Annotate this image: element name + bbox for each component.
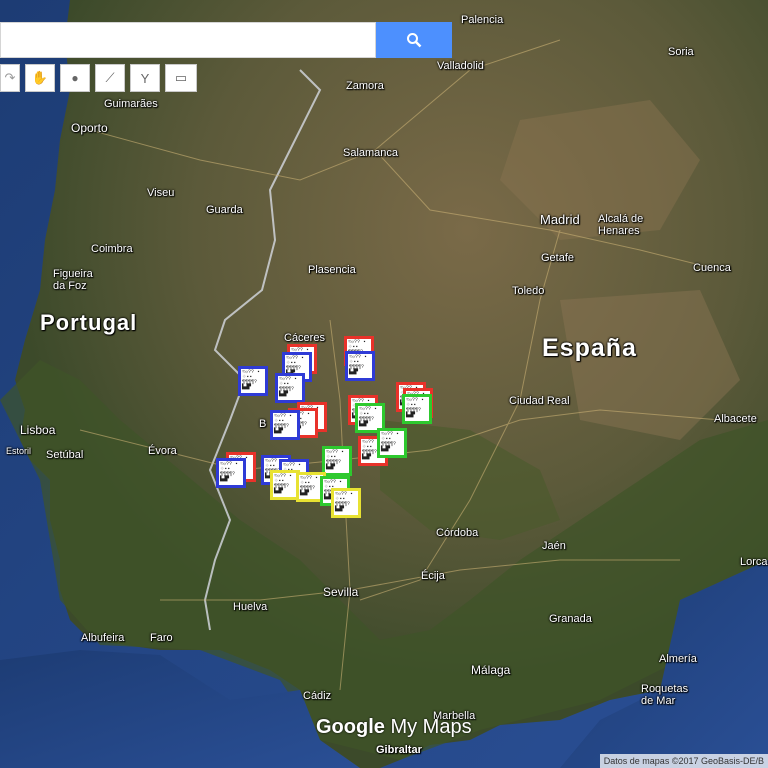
photo-marker[interactable]: ≈☼?? ▪ ⁘▪▪ ¶¶¶¶? ▙▟▛ <box>402 394 432 424</box>
label-lisboa: Lisboa <box>20 423 56 437</box>
label-evora: Évora <box>148 445 177 457</box>
photo-marker[interactable]: ≈☼?? ▪ ⁘▪▪ ¶¶¶¶? ▙▟▛ <box>377 428 407 458</box>
label-albacete: Albacete <box>714 413 757 425</box>
directions-icon: Y <box>140 70 150 86</box>
label-toledo: Toledo <box>512 285 545 297</box>
label-estoril: Estoril <box>6 446 32 456</box>
label-coimbra: Coimbra <box>91 243 133 255</box>
photo-marker[interactable]: ≈☼?? ▪ ⁘▪▪ ¶¶¶¶? ▙▟▛ <box>270 410 300 440</box>
label-b: B <box>259 418 267 430</box>
label-sevilla: Sevilla <box>323 585 359 599</box>
label-jaen: Jaén <box>542 540 566 552</box>
measure-button[interactable]: ▭ <box>165 64 197 92</box>
label-faro: Faro <box>150 632 173 644</box>
label-gibraltar: Gibraltar <box>376 744 422 756</box>
ruler-icon: ▭ <box>174 70 188 85</box>
label-guarda: Guarda <box>206 204 243 216</box>
label-plasencia: Plasencia <box>308 264 356 276</box>
photo-marker[interactable]: ≈☼?? ▪ ⁘▪▪ ¶¶¶¶? ▙▟▛ <box>238 366 268 396</box>
label-viseu: Viseu <box>147 187 175 199</box>
label-oporto: Oporto <box>71 121 108 135</box>
marker-icon: ● <box>71 71 79 85</box>
search-icon <box>407 33 422 48</box>
map-canvas[interactable]: ↷ ✋ ● ⟋ Y ▭ Palencia Soria Guimarães Val… <box>0 0 768 768</box>
label-salamanca: Salamanca <box>343 147 399 159</box>
pan-tool-button[interactable]: ✋ <box>25 64 55 92</box>
directions-button[interactable]: Y <box>130 64 160 92</box>
photo-marker[interactable]: ≈☼?? ▪ ⁘▪▪ ¶¶¶¶? ▙▟▛ <box>275 373 305 403</box>
label-guimaraes: Guimarães <box>104 98 158 110</box>
map-toolbar: ↷ ✋ ● ⟋ Y ▭ <box>0 64 202 94</box>
label-figueira: Figueira da Foz <box>53 268 93 292</box>
label-cuenca: Cuenca <box>693 262 731 274</box>
satellite-terrain <box>0 0 768 768</box>
photo-marker[interactable]: ≈☼?? ▪ ⁘▪▪ ¶¶¶¶? ▙▟▛ <box>216 458 246 488</box>
search-button[interactable] <box>376 22 452 58</box>
draw-line-button[interactable]: ⟋ <box>95 64 125 92</box>
label-cadiz: Cádiz <box>303 690 332 702</box>
photo-marker[interactable]: ≈☼?? ▪ ⁘▪▪ ¶¶¶¶? ▙▟▛ <box>331 488 361 518</box>
label-espana: España <box>542 334 637 362</box>
label-madrid: Madrid <box>540 212 580 227</box>
label-zamora: Zamora <box>346 80 384 92</box>
label-soria: Soria <box>668 46 694 58</box>
map-attribution: Datos de mapas ©2017 GeoBasis-DE/B <box>599 754 768 768</box>
add-marker-button[interactable]: ● <box>60 64 90 92</box>
label-ecija: Écija <box>421 570 445 582</box>
label-malaga: Málaga <box>471 663 511 677</box>
label-huelva: Huelva <box>233 601 268 613</box>
label-almeria: Almería <box>659 653 697 665</box>
draw-line-icon: ⟋ <box>105 70 115 85</box>
photo-marker[interactable]: ≈☼?? ▪ ⁘▪▪ ¶¶¶¶? ▙▟▛ <box>322 446 352 476</box>
label-valladolid: Valladolid <box>437 60 484 72</box>
hand-icon: ✋ <box>31 70 49 85</box>
google-my-maps-logo: Google My Maps <box>316 716 472 738</box>
label-granada: Granada <box>549 613 592 625</box>
search-input[interactable] <box>0 22 376 58</box>
label-setubal: Setúbal <box>46 449 84 461</box>
label-roquetas: Roquetas de Mar <box>641 683 689 707</box>
label-portugal: Portugal <box>40 310 138 335</box>
label-albufeira: Albufeira <box>81 632 125 644</box>
label-lorca: Lorca <box>740 556 768 568</box>
label-alcala: Alcalá de Henares <box>598 213 644 237</box>
label-getafe: Getafe <box>541 252 575 264</box>
label-caceres: Cáceres <box>284 332 325 344</box>
label-cordoba: Córdoba <box>436 527 479 539</box>
redo-button[interactable]: ↷ <box>0 64 20 92</box>
label-palencia: Palencia <box>461 14 504 26</box>
label-ciudad-real: Ciudad Real <box>509 395 570 407</box>
redo-icon: ↷ <box>4 70 16 85</box>
photo-marker[interactable]: ≈☼?? ▪ ⁘▪▪ ¶¶¶¶? ▙▟▛ <box>345 351 375 381</box>
